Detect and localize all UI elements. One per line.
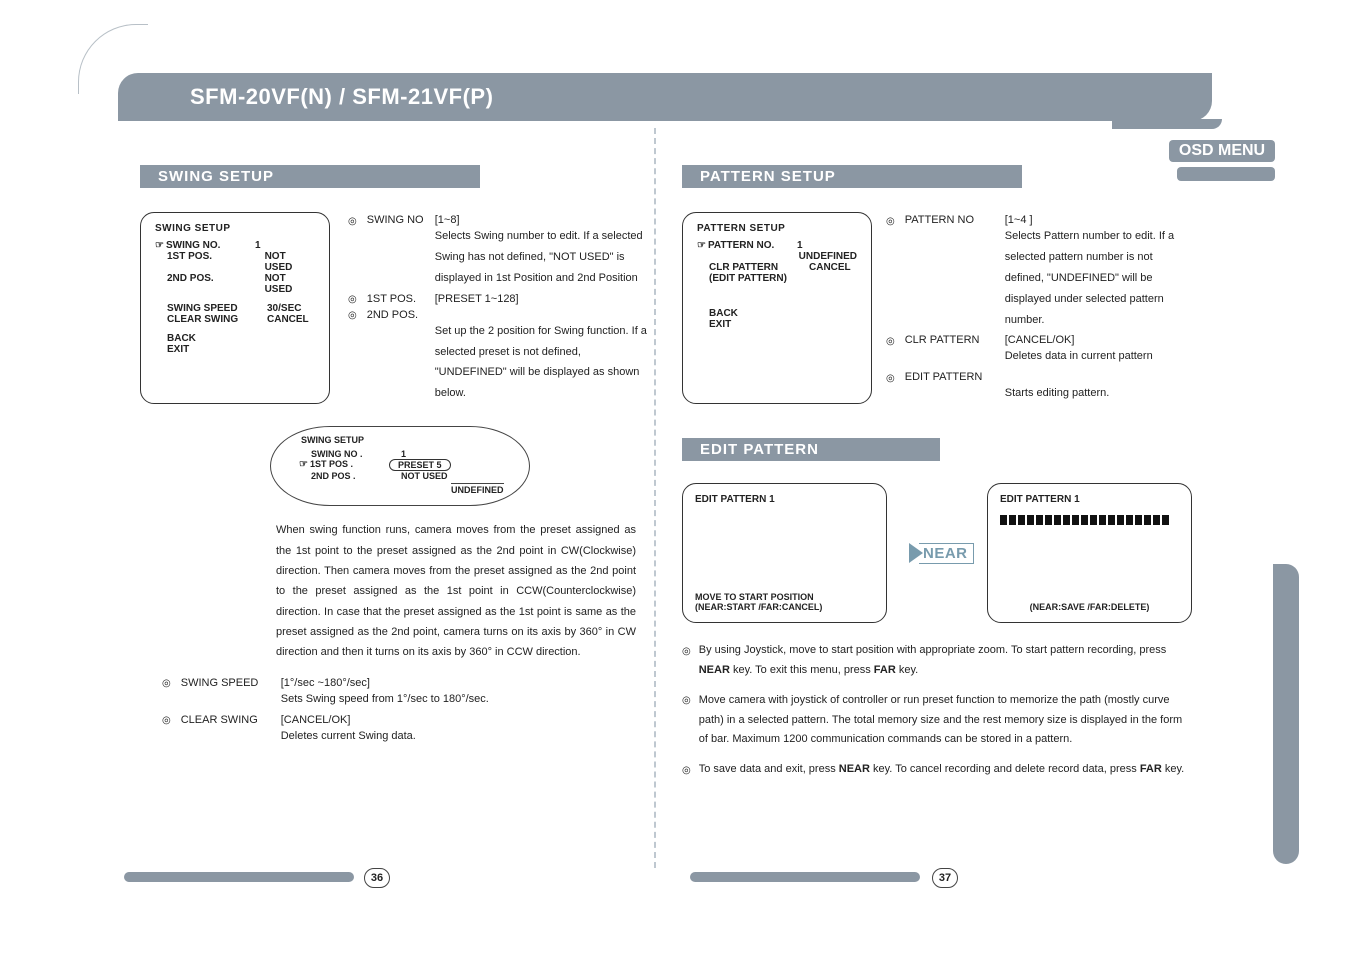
- menu-key: CLEAR SWING: [167, 314, 267, 325]
- spec-key: CLEAR SWING: [181, 714, 281, 726]
- bullet-icon: [682, 691, 691, 750]
- swing-setup-menu: SWING SETUP SWING NO.11ST POS.NOT USED2N…: [140, 212, 330, 404]
- bullet-icon: [886, 334, 895, 367]
- callout-bubble: SWING SETUP SWING NO .1 1ST POS .PRESET 5…: [270, 426, 530, 506]
- menu-value: 1: [797, 240, 803, 251]
- edit-panel-right: EDIT PATTERN 1 (NEAR:SAVE /FAR:DELETE): [987, 483, 1192, 623]
- menu-value: 1: [255, 240, 261, 251]
- near-arrow: NEAR: [909, 538, 965, 568]
- spec-desc: Deletes data in current pattern: [1005, 346, 1192, 367]
- menu-value: 30/SEC: [267, 303, 301, 314]
- menu-value: UNDEFINED: [799, 251, 857, 262]
- spec-desc: Selects Swing number to edit. If a selec…: [435, 226, 650, 289]
- menu-value: CANCEL: [267, 314, 309, 325]
- callout-key: 2ND POS .: [311, 471, 401, 481]
- right-column: PATTERN SETUP PATTERN SETUP PATTERN NO.1…: [682, 165, 1192, 780]
- menu-value: NOT USED: [265, 251, 315, 273]
- spec-range: [CANCEL/OK]: [281, 714, 351, 726]
- edit-foot-2: (NEAR:START /FAR:CANCEL): [695, 602, 874, 612]
- menu-value: CANCEL: [809, 262, 851, 273]
- spec-desc: Selects Pattern number to edit. If a sel…: [1005, 226, 1192, 330]
- header-title: SFM-20VF(N) / SFM-21VF(P): [118, 73, 1212, 110]
- edit-panel-title: EDIT PATTERN 1: [695, 494, 874, 505]
- bullet-icon: [162, 677, 171, 710]
- menu-key: EXIT: [167, 344, 267, 355]
- callout-value: 1: [401, 449, 406, 459]
- menu-key: BACK: [709, 308, 809, 319]
- spec-key: CLR PATTERN: [905, 334, 1005, 346]
- page-number-left: 36: [364, 868, 390, 888]
- menu-key: 2ND POS.: [167, 273, 265, 295]
- swing-paragraph: When swing function runs, camera moves f…: [276, 520, 636, 662]
- bullet-icon: [162, 714, 171, 747]
- bullet-icon: [682, 760, 691, 780]
- spec-key: PATTERN NO: [905, 214, 1005, 226]
- spec-range: [PRESET 1~128]: [435, 293, 519, 305]
- section-title-swing: SWING SETUP: [140, 165, 480, 188]
- section-title-edit: EDIT PATTERN: [682, 438, 940, 461]
- bullet-icon: [682, 641, 691, 681]
- edit-foot-1: MOVE TO START POSITION: [695, 592, 874, 602]
- edit-pattern-panels: EDIT PATTERN 1 MOVE TO START POSITION (N…: [682, 483, 1192, 623]
- spec-key: SWING SPEED: [181, 677, 281, 689]
- spec-desc: Set up the 2 position for Swing function…: [435, 321, 650, 405]
- spec-desc: Deletes current Swing data.: [281, 726, 650, 747]
- menu-key: SWING SPEED: [167, 303, 267, 314]
- bullet-icon: [348, 309, 357, 405]
- menu-title: SWING SETUP: [155, 223, 315, 234]
- callout-value: NOT USED: [401, 471, 448, 481]
- spec-range: [1~8]: [435, 214, 460, 226]
- spec-key: SWING NO: [367, 214, 435, 226]
- note-text: To save data and exit, press NEAR key. T…: [699, 760, 1185, 780]
- page-number-right: 37: [932, 868, 958, 888]
- callout-key: SWING NO .: [311, 449, 401, 459]
- callout-undefined: UNDEFINED: [451, 483, 504, 495]
- bullet-icon: [886, 371, 895, 404]
- edit-panel-left: EDIT PATTERN 1 MOVE TO START POSITION (N…: [682, 483, 887, 623]
- spec-key: EDIT PATTERN: [905, 371, 1005, 383]
- menu-value: NOT USED: [265, 273, 315, 295]
- section-title-pattern: PATTERN SETUP: [682, 165, 1022, 188]
- right-tab-shape: [1273, 564, 1299, 864]
- menu-key: EXIT: [709, 319, 809, 330]
- menu-key: 1ST POS.: [167, 251, 265, 273]
- bullet-icon: [348, 214, 357, 289]
- note-text: By using Joystick, move to start positio…: [699, 641, 1192, 681]
- edit-foot: (NEAR:SAVE /FAR:DELETE): [1000, 602, 1179, 612]
- swing-spec-list: SWING NO[1~8]Selects Swing number to edi…: [348, 210, 650, 404]
- menu-key: SWING NO.: [155, 240, 255, 251]
- menu-key: BACK: [167, 333, 267, 344]
- callout-key: 1ST POS .: [299, 459, 389, 471]
- pattern-setup-menu: PATTERN SETUP PATTERN NO.1UNDEFINEDCLR P…: [682, 212, 872, 404]
- spec-range: [1°/sec ~180°/sec]: [281, 677, 370, 689]
- menu-key: [709, 251, 799, 262]
- edit-pattern-notes: By using Joystick, move to start positio…: [682, 641, 1192, 780]
- bullet-icon: [348, 293, 357, 305]
- callout-title: SWING SETUP: [301, 435, 509, 445]
- page-bar-left: [124, 872, 354, 882]
- menu-key: CLR PATTERN: [709, 262, 809, 273]
- menu-rows: SWING NO.11ST POS.NOT USED2ND POS.NOT US…: [155, 240, 315, 355]
- spec-key: 1ST POS.: [367, 293, 435, 305]
- progress-bar: [1000, 515, 1179, 525]
- bullet-icon: [886, 214, 895, 330]
- menu-key: PATTERN NO.: [697, 240, 797, 251]
- note-text: Move camera with joystick of controller …: [699, 691, 1192, 750]
- spec-range: [1~4 ]: [1005, 214, 1033, 226]
- menu-key: (EDIT PATTERN): [709, 273, 809, 284]
- spec-desc: Sets Swing speed from 1°/sec to 180°/sec…: [281, 689, 650, 710]
- header-bar: SFM-20VF(N) / SFM-21VF(P): [118, 73, 1212, 121]
- edit-panel-title: EDIT PATTERN 1: [1000, 494, 1179, 505]
- left-column: SWING SETUP SWING SETUP SWING NO.11ST PO…: [140, 165, 650, 746]
- callout-value: PRESET 5: [389, 459, 451, 471]
- pattern-spec-list: PATTERN NO[1~4 ]Selects Pattern number t…: [886, 210, 1192, 404]
- page-bar-right: [690, 872, 920, 882]
- page-divider: [654, 128, 656, 868]
- spec-range: [CANCEL/OK]: [1005, 334, 1075, 346]
- menu-title: PATTERN SETUP: [697, 223, 857, 234]
- spec-desc: Starts editing pattern.: [1005, 383, 1192, 404]
- spec-key: 2ND POS.: [367, 309, 435, 321]
- osd-menu-label: OSD MENU: [1169, 140, 1275, 162]
- swing-spec-list-b: SWING SPEED[1°/sec ~180°/sec]Sets Swing …: [162, 677, 650, 747]
